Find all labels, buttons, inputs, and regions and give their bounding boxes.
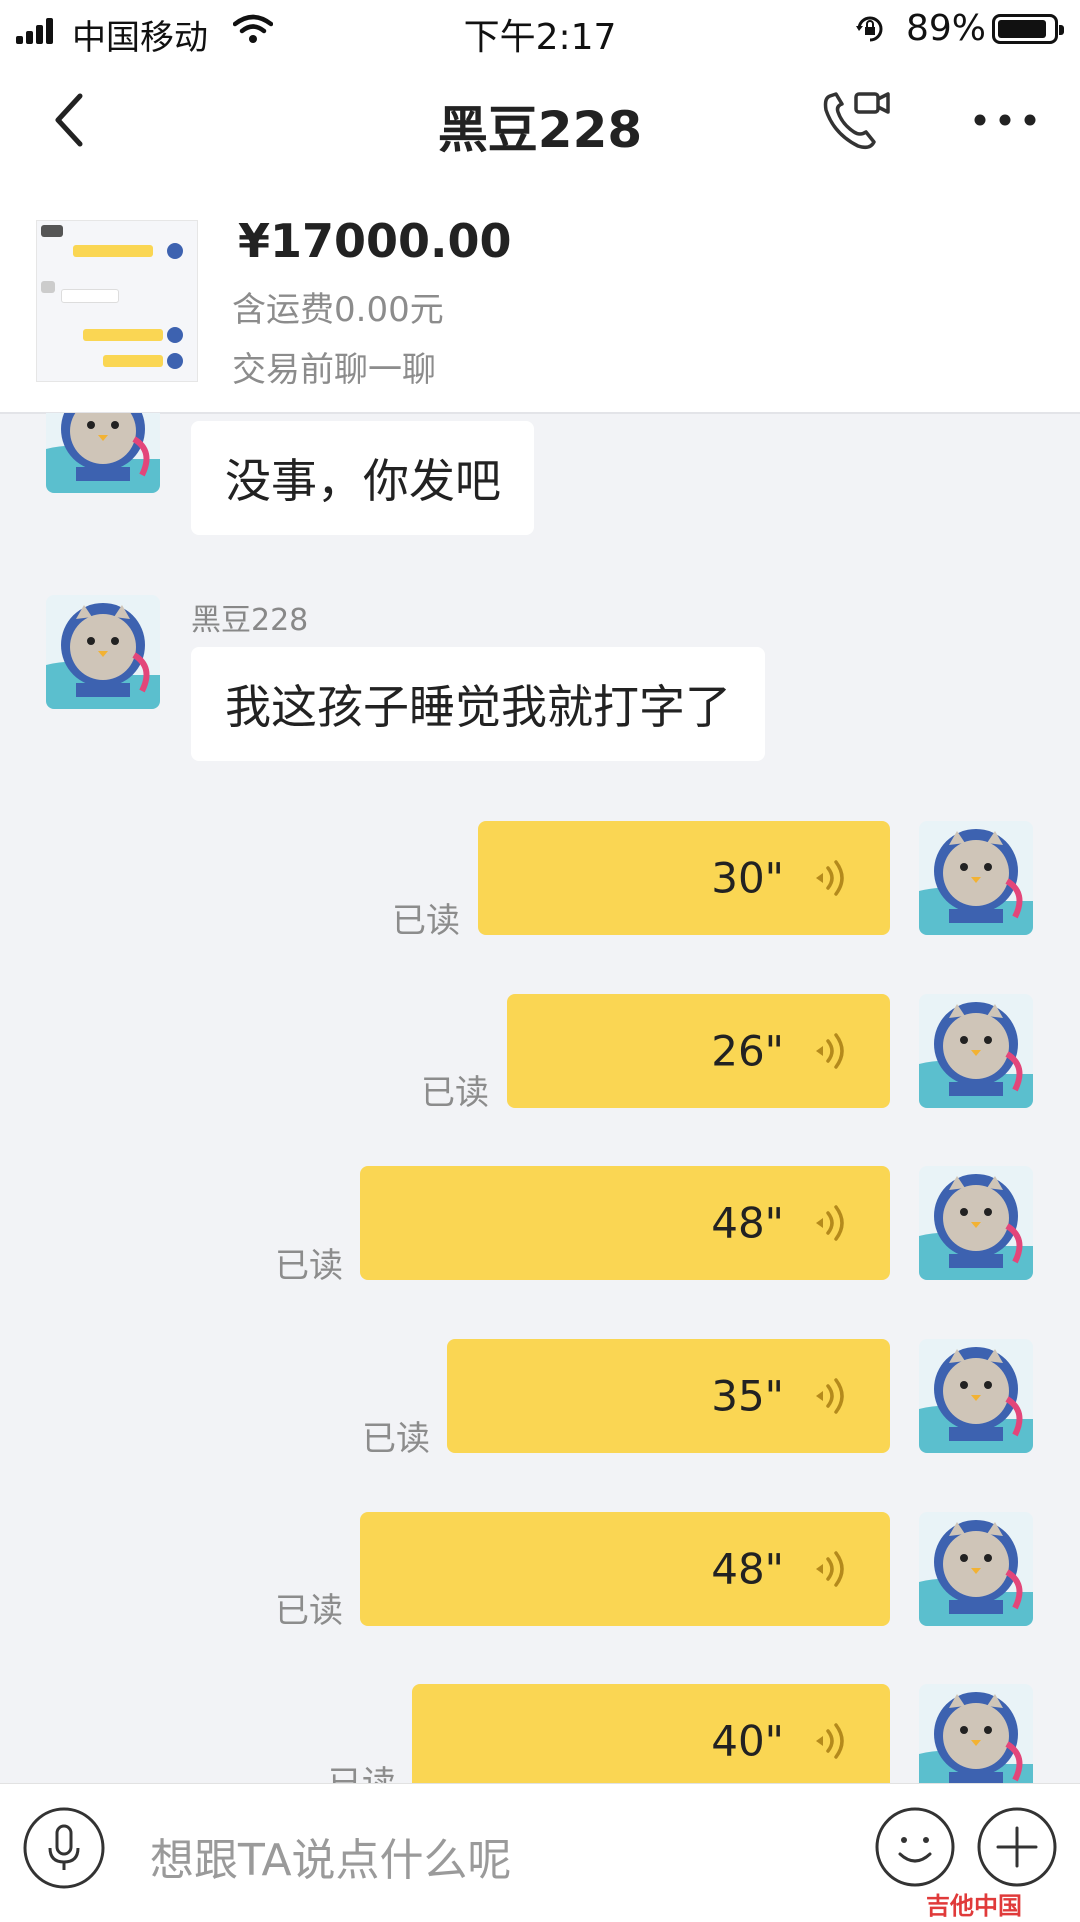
phone-video-icon[interactable]	[820, 88, 892, 154]
voice-wave-icon	[814, 860, 844, 896]
message-bubble[interactable]: 没事，你发吧	[191, 421, 534, 535]
voice-wave-icon	[814, 1205, 844, 1241]
prechat-hint: 交易前聊一聊	[232, 350, 436, 390]
chat-title: 黑豆228	[437, 101, 643, 159]
read-status: 已读	[421, 1073, 489, 1113]
voice-duration: 30"	[711, 853, 784, 903]
contact-avatar[interactable]	[46, 413, 160, 493]
my-avatar[interactable]	[919, 1166, 1033, 1280]
microphone-icon[interactable]	[22, 1806, 106, 1890]
my-avatar[interactable]	[919, 1512, 1033, 1626]
voice-wave-icon	[814, 1551, 844, 1587]
rotation-lock-icon	[856, 16, 883, 42]
voice-duration: 48"	[711, 1544, 784, 1594]
my-avatar[interactable]	[919, 994, 1033, 1108]
my-avatar[interactable]	[919, 1339, 1033, 1453]
my-avatar[interactable]	[919, 1684, 1033, 1783]
read-status: 已读	[392, 901, 460, 941]
voice-wave-icon	[814, 1723, 844, 1759]
voice-duration: 26"	[711, 1026, 784, 1076]
read-status: 已读	[275, 1591, 343, 1631]
read-status: 已读	[362, 1419, 430, 1459]
contact-avatar[interactable]	[46, 595, 160, 709]
product-card[interactable]: ¥17000.00 含运费0.00元 交易前聊一聊	[0, 180, 1080, 414]
input-bar: 想跟TA说点什么呢	[0, 1783, 1080, 1922]
more-dots-icon[interactable]	[970, 100, 1040, 140]
voice-message[interactable]: 30"	[478, 821, 890, 935]
voice-duration: 35"	[711, 1371, 784, 1421]
message-input[interactable]: 想跟TA说点什么呢	[150, 1824, 512, 1888]
voice-wave-icon	[814, 1378, 844, 1414]
message-list[interactable]: 没事，你发吧 黑豆228 我这孩子睡觉我就打字了 已读 30" 已读 26" 已…	[0, 413, 1080, 1783]
status-bar: 中国移动 下午2:17 89%	[0, 0, 1080, 60]
voice-wave-icon	[814, 1033, 844, 1069]
add-attachment-icon[interactable]	[976, 1806, 1058, 1888]
voice-duration: 48"	[711, 1198, 784, 1248]
shipping-fee: 含运费0.00元	[232, 290, 444, 330]
chat-header: 黑豆228	[0, 60, 1080, 180]
voice-message[interactable]: 40"	[412, 1684, 890, 1783]
message-bubble[interactable]: 我这孩子睡觉我就打字了	[191, 647, 765, 761]
voice-duration: 40"	[711, 1716, 784, 1766]
voice-message[interactable]: 48"	[360, 1166, 890, 1280]
emoji-icon[interactable]	[874, 1806, 956, 1888]
battery-icon	[992, 14, 1064, 44]
read-status: 已读	[328, 1756, 396, 1783]
sender-name: 黑豆228	[191, 603, 309, 638]
product-thumbnail[interactable]	[36, 220, 198, 382]
read-status: 已读	[275, 1246, 343, 1286]
voice-message[interactable]: 26"	[507, 994, 890, 1108]
watermark: 吉他中国	[926, 1892, 1022, 1920]
battery-percent: 89%	[906, 8, 987, 49]
voice-message[interactable]: 35"	[447, 1339, 890, 1453]
my-avatar[interactable]	[919, 821, 1033, 935]
product-price: ¥17000.00	[238, 214, 512, 268]
voice-message[interactable]: 48"	[360, 1512, 890, 1626]
